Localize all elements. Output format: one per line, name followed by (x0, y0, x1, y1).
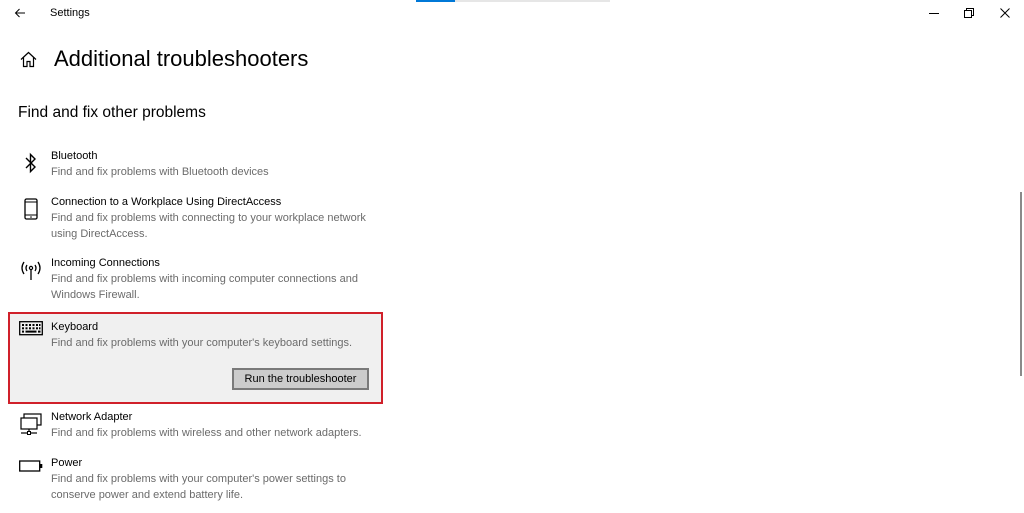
troubleshooter-description: Find and fix problems with your computer… (51, 473, 346, 501)
close-button[interactable] (988, 0, 1022, 26)
run-troubleshooter-button[interactable]: Run the troubleshooter (232, 368, 369, 390)
troubleshooter-directaccess[interactable]: Connection to a Workplace Using DirectAc… (10, 196, 384, 246)
phone-device-icon (18, 198, 44, 224)
troubleshooter-network-adapter[interactable]: Network Adapter Find and fix problems wi… (10, 411, 384, 447)
minimize-button[interactable] (917, 0, 951, 26)
troubleshooter-description: Find and fix problems with your computer… (51, 337, 353, 349)
battery-icon (18, 459, 44, 485)
troubleshooter-keyboard[interactable]: Keyboard Find and fix problems with your… (8, 312, 383, 404)
troubleshooter-description: Find and fix problems with connecting to… (51, 212, 366, 240)
bluetooth-icon (18, 152, 44, 178)
page-title: Additional troubleshooters (54, 46, 309, 71)
troubleshooter-description: Find and fix problems with Bluetooth dev… (51, 166, 269, 178)
troubleshooter-description: Find and fix problems with wireless and … (51, 427, 362, 439)
page-header: Additional troubleshooters (18, 44, 308, 74)
section-title: Find and fix other problems (18, 104, 206, 121)
troubleshooter-incoming-connections[interactable]: Incoming Connections Find and fix proble… (10, 257, 384, 307)
troubleshooter-power[interactable]: Power Find and fix problems with your co… (10, 457, 384, 507)
back-button[interactable] (8, 2, 32, 24)
troubleshooter-name: Keyboard (51, 321, 99, 333)
home-icon (20, 51, 36, 67)
troubleshooter-name: Incoming Connections (51, 257, 160, 269)
minimize-icon (929, 13, 939, 14)
troubleshooter-description: Find and fix problems with incoming comp… (51, 273, 358, 301)
troubleshooter-name: Power (51, 457, 83, 469)
scrollbar[interactable] (1020, 192, 1022, 376)
restore-icon (964, 8, 974, 18)
home-button[interactable] (18, 49, 38, 69)
troubleshooter-bluetooth[interactable]: Bluetooth Find and fix problems with Blu… (10, 150, 384, 186)
antenna-icon (18, 259, 44, 285)
loading-progress-bar (416, 0, 610, 2)
loading-progress-fill (416, 0, 455, 2)
troubleshooter-name: Network Adapter (51, 411, 133, 423)
title-bar: Settings (0, 0, 1024, 28)
network-adapter-icon (18, 413, 44, 439)
app-title: Settings (50, 7, 90, 19)
troubleshooter-name: Bluetooth (51, 150, 98, 162)
troubleshooter-name: Connection to a Workplace Using DirectAc… (51, 196, 282, 208)
keyboard-icon (18, 321, 44, 347)
close-icon (1000, 8, 1010, 18)
back-arrow-icon (14, 8, 25, 18)
restore-button[interactable] (952, 0, 986, 26)
settings-window: Settings Additional troubleshooters Find… (0, 0, 1024, 513)
